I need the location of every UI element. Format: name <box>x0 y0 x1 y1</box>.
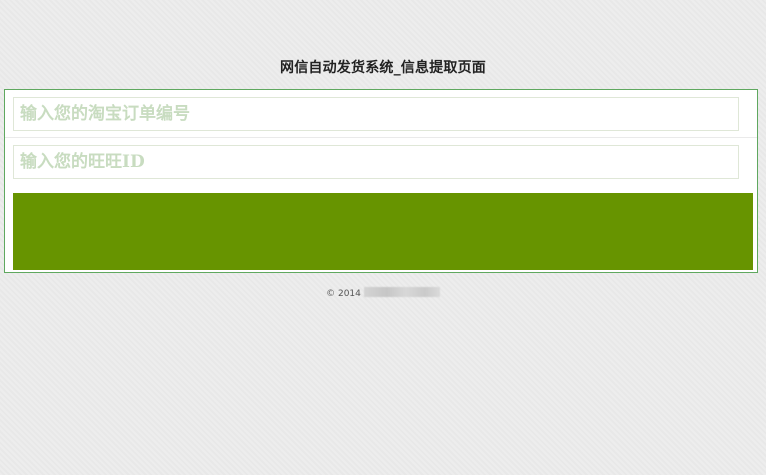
footer: © 2014 <box>0 287 766 299</box>
field-divider <box>5 137 757 138</box>
order-number-input[interactable] <box>13 97 739 131</box>
extract-form <box>4 89 758 273</box>
page-title: 网信自动发货系统_信息提取页面 <box>280 60 486 76</box>
wangwang-id-input[interactable] <box>13 145 739 179</box>
copyright-text: © 2014 <box>326 289 361 299</box>
blurred-site-name <box>363 287 440 297</box>
submit-button[interactable] <box>13 193 753 270</box>
